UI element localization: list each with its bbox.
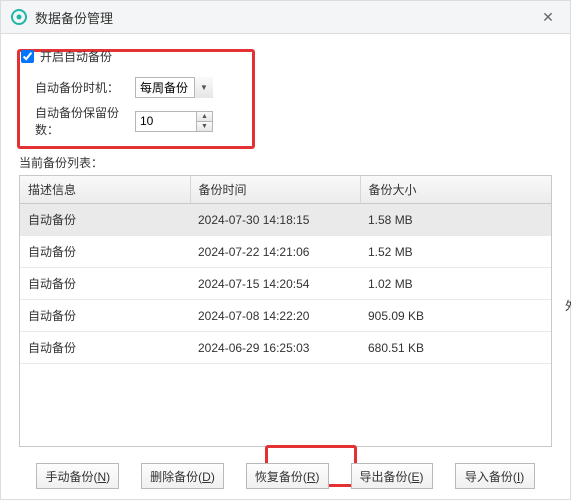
manual-backup-button[interactable]: 手动备份(N) xyxy=(36,463,119,489)
table-row[interactable]: 自动备份2024-07-08 14:22:20905.09 KB xyxy=(20,300,551,332)
cell-time: 2024-07-30 14:18:15 xyxy=(190,204,360,236)
cell-size: 1.52 MB xyxy=(360,236,551,268)
app-icon xyxy=(11,9,27,25)
cell-desc: 自动备份 xyxy=(20,300,190,332)
cell-size: 1.58 MB xyxy=(360,204,551,236)
table-row[interactable]: 自动备份2024-07-15 14:20:541.02 MB xyxy=(20,268,551,300)
table-row[interactable]: 自动备份2024-06-29 16:25:03680.51 KB xyxy=(20,332,551,364)
cell-desc: 自动备份 xyxy=(20,268,190,300)
timing-label: 自动备份时机： xyxy=(35,79,135,96)
cell-size: 680.51 KB xyxy=(360,332,551,364)
stray-text: 外 xyxy=(565,297,571,314)
header-time[interactable]: 备份时间 xyxy=(190,176,360,204)
backup-dialog: 数据备份管理 ✕ 开启自动备份 自动备份时机： 每周备份 ▼ 自动备份保留份数：… xyxy=(0,0,571,500)
delete-backup-button[interactable]: 删除备份(D) xyxy=(141,463,224,489)
cell-desc: 自动备份 xyxy=(20,204,190,236)
header-size[interactable]: 备份大小 xyxy=(360,176,551,204)
table-header-row: 描述信息 备份时间 备份大小 xyxy=(20,176,551,204)
table-row[interactable]: 自动备份2024-07-22 14:21:061.52 MB xyxy=(20,236,551,268)
close-button[interactable]: ✕ xyxy=(536,9,560,26)
header-desc[interactable]: 描述信息 xyxy=(20,176,190,204)
cell-time: 2024-07-08 14:22:20 xyxy=(190,300,360,332)
enable-auto-backup-label[interactable]: 开启自动备份 xyxy=(40,48,112,65)
import-backup-button[interactable]: 导入备份(I) xyxy=(455,463,535,489)
cell-time: 2024-07-15 14:20:54 xyxy=(190,268,360,300)
cell-size: 1.02 MB xyxy=(360,268,551,300)
action-button-row: 手动备份(N) 删除备份(D) 恢复备份(R) 导出备份(E) 导入备份(I) xyxy=(1,463,570,489)
table-row[interactable]: 自动备份2024-07-30 14:18:151.58 MB xyxy=(20,204,551,236)
cell-time: 2024-07-22 14:21:06 xyxy=(190,236,360,268)
title-bar: 数据备份管理 ✕ xyxy=(1,1,570,34)
backup-table: 描述信息 备份时间 备份大小 自动备份2024-07-30 14:18:151.… xyxy=(19,175,552,447)
spinner-up-button[interactable]: ▲ xyxy=(196,112,212,122)
dialog-title: 数据备份管理 xyxy=(35,8,113,27)
cell-desc: 自动备份 xyxy=(20,332,190,364)
cell-desc: 自动备份 xyxy=(20,236,190,268)
keep-count-label: 自动备份保留份数： xyxy=(35,104,135,138)
timing-select[interactable]: 每周备份 xyxy=(135,77,213,98)
enable-auto-backup-checkbox[interactable] xyxy=(21,50,34,63)
auto-backup-settings: 开启自动备份 自动备份时机： 每周备份 ▼ 自动备份保留份数： ▲ ▼ xyxy=(1,34,570,154)
cell-size: 905.09 KB xyxy=(360,300,551,332)
spinner-down-button[interactable]: ▼ xyxy=(196,122,212,131)
backup-list-label: 当前备份列表： xyxy=(1,154,570,175)
export-backup-button[interactable]: 导出备份(E) xyxy=(351,463,433,489)
restore-backup-button[interactable]: 恢复备份(R) xyxy=(246,463,329,489)
cell-time: 2024-06-29 16:25:03 xyxy=(190,332,360,364)
